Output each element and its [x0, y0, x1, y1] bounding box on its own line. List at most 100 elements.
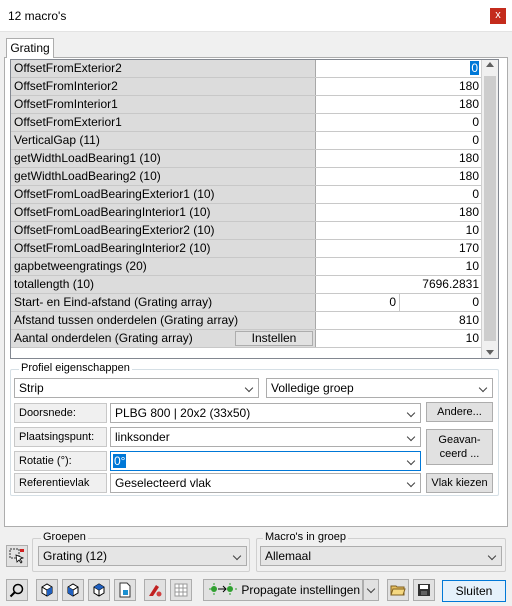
groepen-value: Grating (12): [43, 549, 108, 563]
row-value[interactable]: 0: [316, 114, 482, 131]
close-button[interactable]: x: [490, 8, 506, 24]
row-value[interactable]: 180: [316, 168, 482, 185]
plaatsing-value: linksonder: [115, 430, 170, 444]
sluiten-button[interactable]: Sluiten: [442, 580, 506, 602]
row-name: Start- en Eind-afstand (Grating array): [11, 294, 316, 311]
group-select-value: Volledige groep: [271, 381, 354, 395]
groepen-legend: Groepen: [41, 531, 88, 543]
scroll-thumb[interactable]: [484, 76, 496, 341]
doorsnede-label: Doorsnede:: [14, 403, 107, 423]
row-name: getWidthLoadBearing1 (10): [11, 150, 316, 167]
row-value-start[interactable]: 0: [316, 294, 400, 311]
tab-grating[interactable]: Grating: [6, 38, 54, 58]
property-grid: OffsetFromExterior2 0 OffsetFromInterior…: [10, 59, 499, 359]
grid-scrollbar[interactable]: [481, 60, 498, 358]
row-name: OffsetFromInterior2: [11, 78, 316, 95]
row-name: OffsetFromLoadBearingExterior2 (10): [11, 222, 316, 239]
type-select[interactable]: Strip: [14, 378, 259, 398]
rotatie-input[interactable]: 0°: [110, 451, 421, 471]
chevron-down-icon: [406, 408, 416, 418]
zoom-icon[interactable]: [6, 579, 28, 601]
row-name: VerticalGap (11): [11, 132, 316, 149]
propagate-label: Propagate instellingen: [241, 583, 361, 597]
document-icon[interactable]: [114, 579, 136, 601]
geavanceerd-line1: Geavan-: [438, 434, 481, 446]
row-name: Afstand tussen onderdelen (Grating array…: [11, 312, 316, 329]
plaatsing-select[interactable]: linksonder: [110, 427, 421, 447]
row-name: OffsetFromInterior1: [11, 96, 316, 113]
macros-legend: Macro's in groep: [263, 531, 348, 543]
grid-row[interactable]: OffsetFromLoadBearingExterior1 (10) 0: [11, 186, 482, 204]
rotatie-label: Rotatie (°):: [14, 451, 107, 471]
macros-select[interactable]: Allemaal: [260, 546, 502, 566]
select-cursor-icon[interactable]: [6, 545, 28, 567]
chevron-down-icon: [406, 478, 416, 488]
grid-row[interactable]: Aantal onderdelen (Grating array) Instel…: [11, 330, 482, 348]
grid-row[interactable]: OffsetFromInterior1 180: [11, 96, 482, 114]
chevron-down-icon: [232, 551, 242, 561]
table-icon[interactable]: [170, 579, 192, 601]
propagate-button[interactable]: Propagate instellingen: [203, 579, 363, 601]
row-value[interactable]: 7696.2831: [316, 276, 482, 293]
save-icon[interactable]: [413, 579, 435, 601]
propagate-dropdown[interactable]: [363, 579, 379, 601]
window-title: 12 macro's: [8, 9, 67, 23]
grid-row[interactable]: Afstand tussen onderdelen (Grating array…: [11, 312, 482, 330]
cube-view-1-icon[interactable]: [36, 579, 58, 601]
row-value[interactable]: 180: [316, 96, 482, 113]
rotatie-value[interactable]: 0°: [113, 454, 127, 468]
grid-row[interactable]: getWidthLoadBearing1 (10) 180: [11, 150, 482, 168]
scroll-down-icon[interactable]: [486, 350, 494, 355]
chevron-down-icon: [478, 383, 488, 393]
row-value[interactable]: 10: [316, 330, 482, 347]
row-value-end[interactable]: 0: [400, 294, 482, 311]
row-value[interactable]: 0: [316, 132, 482, 149]
grid-row[interactable]: OffsetFromExterior1 0: [11, 114, 482, 132]
row-name: gapbetweengratings (20): [11, 258, 316, 275]
row-value[interactable]: 180: [316, 150, 482, 167]
row-value[interactable]: 0: [316, 186, 482, 203]
referentie-select[interactable]: Geselecteerd vlak: [110, 473, 421, 493]
grid-row[interactable]: OffsetFromLoadBearingInterior2 (10) 170: [11, 240, 482, 258]
row-value[interactable]: 810: [316, 312, 482, 329]
grid-row[interactable]: totallength (10) 7696.2831: [11, 276, 482, 294]
row-name: OffsetFromLoadBearingExterior1 (10): [11, 186, 316, 203]
row-value[interactable]: 10: [316, 258, 482, 275]
row-name: getWidthLoadBearing2 (10): [11, 168, 316, 185]
grid-row[interactable]: gapbetweengratings (20) 10: [11, 258, 482, 276]
open-folder-icon[interactable]: [387, 579, 409, 601]
instellen-button[interactable]: Instellen: [235, 331, 313, 346]
doorsnede-select[interactable]: PLBG 800 | 20x2 (33x50): [110, 403, 421, 423]
chevron-down-icon: [244, 383, 254, 393]
grid-row[interactable]: getWidthLoadBearing2 (10) 180: [11, 168, 482, 186]
row-value[interactable]: 180: [316, 204, 482, 221]
red-tool-icon[interactable]: [144, 579, 166, 601]
grid-row[interactable]: OffsetFromInterior2 180: [11, 78, 482, 96]
cube-view-2-icon[interactable]: [62, 579, 84, 601]
groepen-select[interactable]: Grating (12): [38, 546, 247, 566]
chevron-down-icon: [406, 432, 416, 442]
grid-row[interactable]: OffsetFromLoadBearingExterior2 (10) 10: [11, 222, 482, 240]
row-name: OffsetFromExterior2: [11, 60, 316, 77]
grid-row[interactable]: OffsetFromExterior2 0: [11, 60, 482, 78]
group-select[interactable]: Volledige groep: [266, 378, 493, 398]
geavanceerd-line2: ceerd ...: [439, 448, 480, 460]
row-value-selected[interactable]: 0: [470, 61, 479, 75]
row-value[interactable]: 170: [316, 240, 482, 257]
row-value[interactable]: 10: [316, 222, 482, 239]
macros-value: Allemaal: [265, 549, 312, 563]
referentie-label: Referentievlak: [14, 473, 107, 493]
vlak-kiezen-button[interactable]: Vlak kiezen: [426, 473, 493, 493]
title-bar: 12 macro's x: [0, 0, 512, 32]
andere-button[interactable]: Andere...: [426, 402, 493, 422]
grid-row[interactable]: VerticalGap (11) 0: [11, 132, 482, 150]
row-value[interactable]: 180: [316, 78, 482, 95]
grid-row[interactable]: Start- en Eind-afstand (Grating array) 0…: [11, 294, 482, 312]
geavanceerd-button[interactable]: Geavan- ceerd ...: [426, 429, 493, 465]
grid-row[interactable]: OffsetFromLoadBearingInterior1 (10) 180: [11, 204, 482, 222]
cube-view-3-icon[interactable]: [88, 579, 110, 601]
type-select-value: Strip: [19, 381, 44, 395]
row-value[interactable]: 0: [316, 60, 482, 77]
chevron-down-icon: [406, 456, 416, 466]
scroll-up-icon[interactable]: [486, 62, 494, 67]
